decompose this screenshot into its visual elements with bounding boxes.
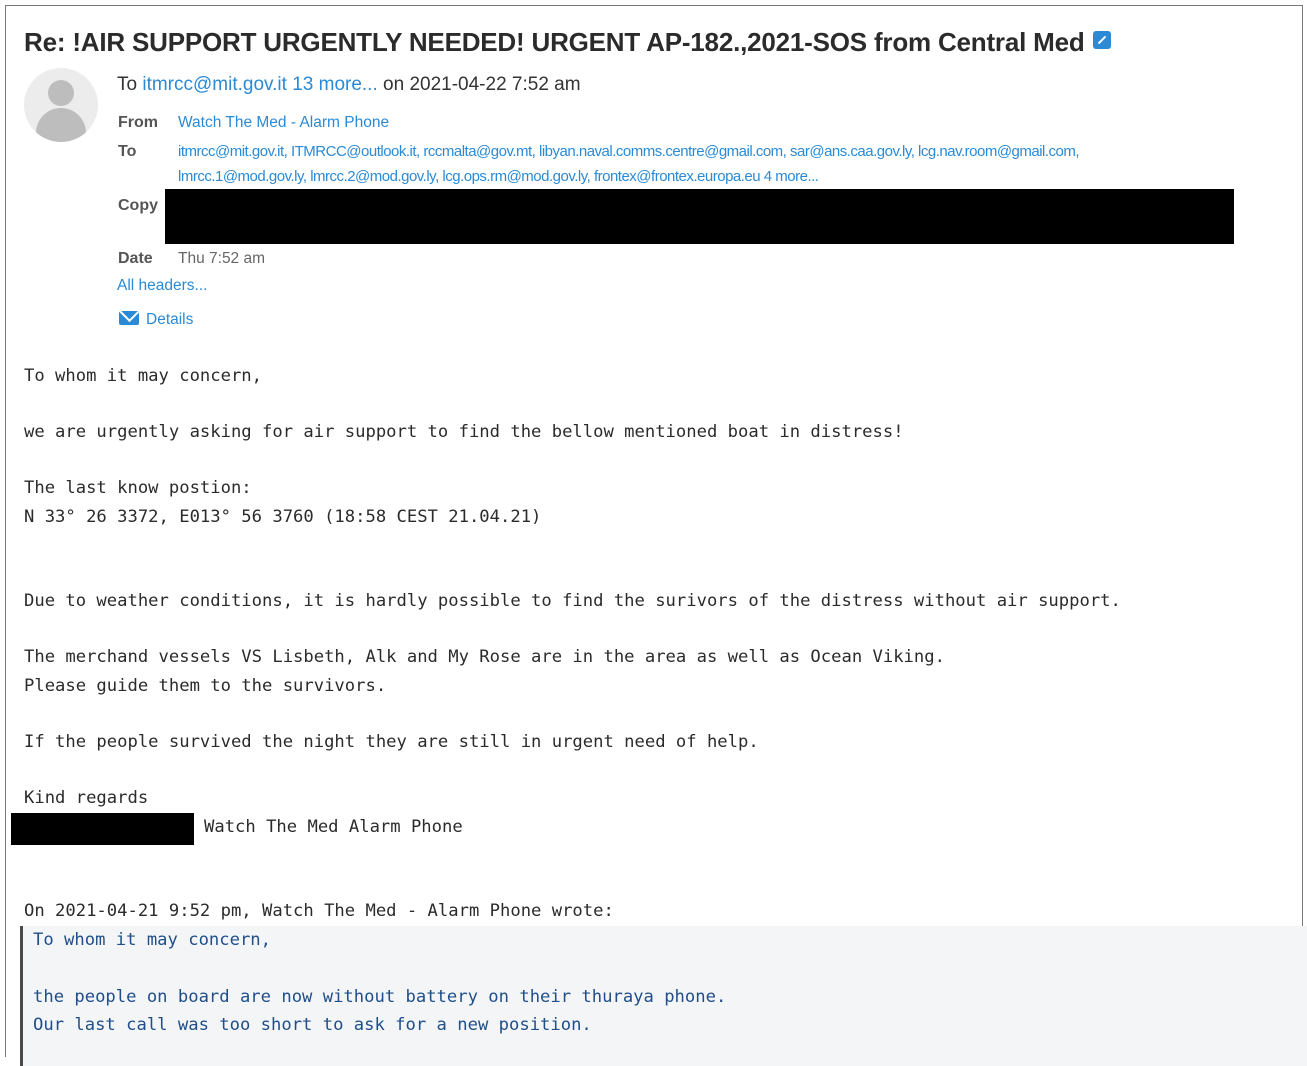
body-paragraph-1: we are urgently asking for air support t…	[24, 422, 904, 442]
quoted-message: To whom it may concern, the people on bo…	[20, 926, 1307, 1066]
body-paragraph-4-line-2: Please guide them to the survivors.	[24, 676, 387, 696]
quote-intro: On 2021-04-21 9:52 pm, Watch The Med - A…	[24, 901, 614, 921]
summary-to-prefix: To	[117, 74, 143, 95]
avatar-icon	[24, 68, 98, 142]
more-recipients-link[interactable]: 13 more...	[292, 74, 378, 95]
from-label: From	[118, 114, 158, 131]
body-position-label: The last know postion:	[24, 478, 252, 498]
quote-line-2: Our last call was too short to ask for a…	[33, 1015, 592, 1035]
summary-date: on 2021-04-22 7:52 am	[377, 74, 581, 95]
summary-to-address[interactable]: itmrcc@mit.gov.it	[142, 74, 287, 95]
body-paragraph-3: Due to weather conditions, it is hardly …	[24, 591, 1121, 611]
copy-redaction	[165, 189, 1234, 244]
from-value[interactable]: Watch The Med - Alarm Phone	[178, 114, 389, 132]
body-position-value: N 33° 26 3372, E013° 56 3760 (18:58 CEST…	[24, 507, 542, 527]
copy-label: Copy	[118, 197, 158, 214]
signature-redaction	[11, 813, 194, 845]
subject-text: Re: !AIR SUPPORT URGENTLY NEEDED! URGENT…	[24, 27, 1085, 57]
recipients-summary: To itmrcc@mit.gov.it 13 more... on 2021-…	[117, 74, 581, 96]
to-line-2[interactable]: lmrcc.1@mod.gov.ly, lmrcc.2@mod.gov.ly, …	[178, 168, 819, 185]
envelope-icon	[119, 311, 139, 325]
date-value: Thu 7:52 am	[178, 250, 266, 267]
email-subject: Re: !AIR SUPPORT URGENTLY NEEDED! URGENT…	[24, 27, 1292, 58]
body-closing: Kind regards	[24, 788, 149, 808]
body-signature: Watch The Med Alarm Phone	[204, 817, 463, 837]
to-line-1[interactable]: itmrcc@mit.gov.it, ITMRCC@outlook.it, rc…	[178, 143, 1080, 160]
date-label: Date	[118, 250, 153, 267]
body-greeting: To whom it may concern,	[24, 366, 262, 386]
details-label: Details	[146, 311, 194, 328]
external-link-icon[interactable]	[1092, 31, 1111, 49]
body-paragraph-5: If the people survived the night they ar…	[24, 732, 759, 752]
body-paragraph-4-line-1: The merchand vessels VS Lisbeth, Alk and…	[24, 647, 945, 667]
quote-line-1: the people on board are now without batt…	[33, 987, 727, 1007]
all-headers-link[interactable]: All headers...	[117, 277, 207, 295]
quote-greeting: To whom it may concern,	[33, 930, 271, 950]
to-label: To	[118, 143, 137, 160]
details-link[interactable]: Details	[119, 311, 193, 329]
email-viewer: Re: !AIR SUPPORT URGENTLY NEEDED! URGENT…	[5, 5, 1303, 1057]
